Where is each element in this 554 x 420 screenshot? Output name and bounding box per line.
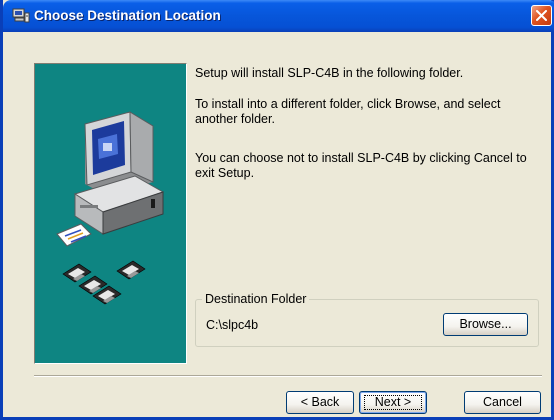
window-title: Choose Destination Location	[34, 8, 221, 23]
install-info-text: Setup will install SLP-C4B in the follow…	[195, 66, 464, 80]
browse-button[interactable]: Browse...	[443, 313, 528, 336]
cancel-info-text: You can choose not to install SLP-C4B by…	[195, 151, 527, 180]
button-separator	[34, 375, 542, 377]
back-button[interactable]: < Back	[286, 391, 354, 414]
computer-with-disks-illustration	[56, 111, 165, 305]
browse-info-text: To install into a different folder, clic…	[195, 97, 501, 126]
setup-dialog: Choose Destination Location Setup will i…	[0, 0, 554, 420]
side-illustration-panel	[34, 63, 187, 364]
cancel-button[interactable]: Cancel	[464, 391, 541, 414]
next-button[interactable]: Next >	[359, 391, 427, 414]
close-button[interactable]	[531, 5, 552, 26]
destination-folder-label: Destination Folder	[202, 292, 310, 306]
title-bar[interactable]: Choose Destination Location	[3, 0, 554, 32]
destination-folder-path: C:\slpc4b	[206, 318, 259, 332]
focus-indicator	[364, 395, 422, 410]
setup-computer-icon	[12, 8, 30, 23]
close-icon	[536, 10, 547, 21]
